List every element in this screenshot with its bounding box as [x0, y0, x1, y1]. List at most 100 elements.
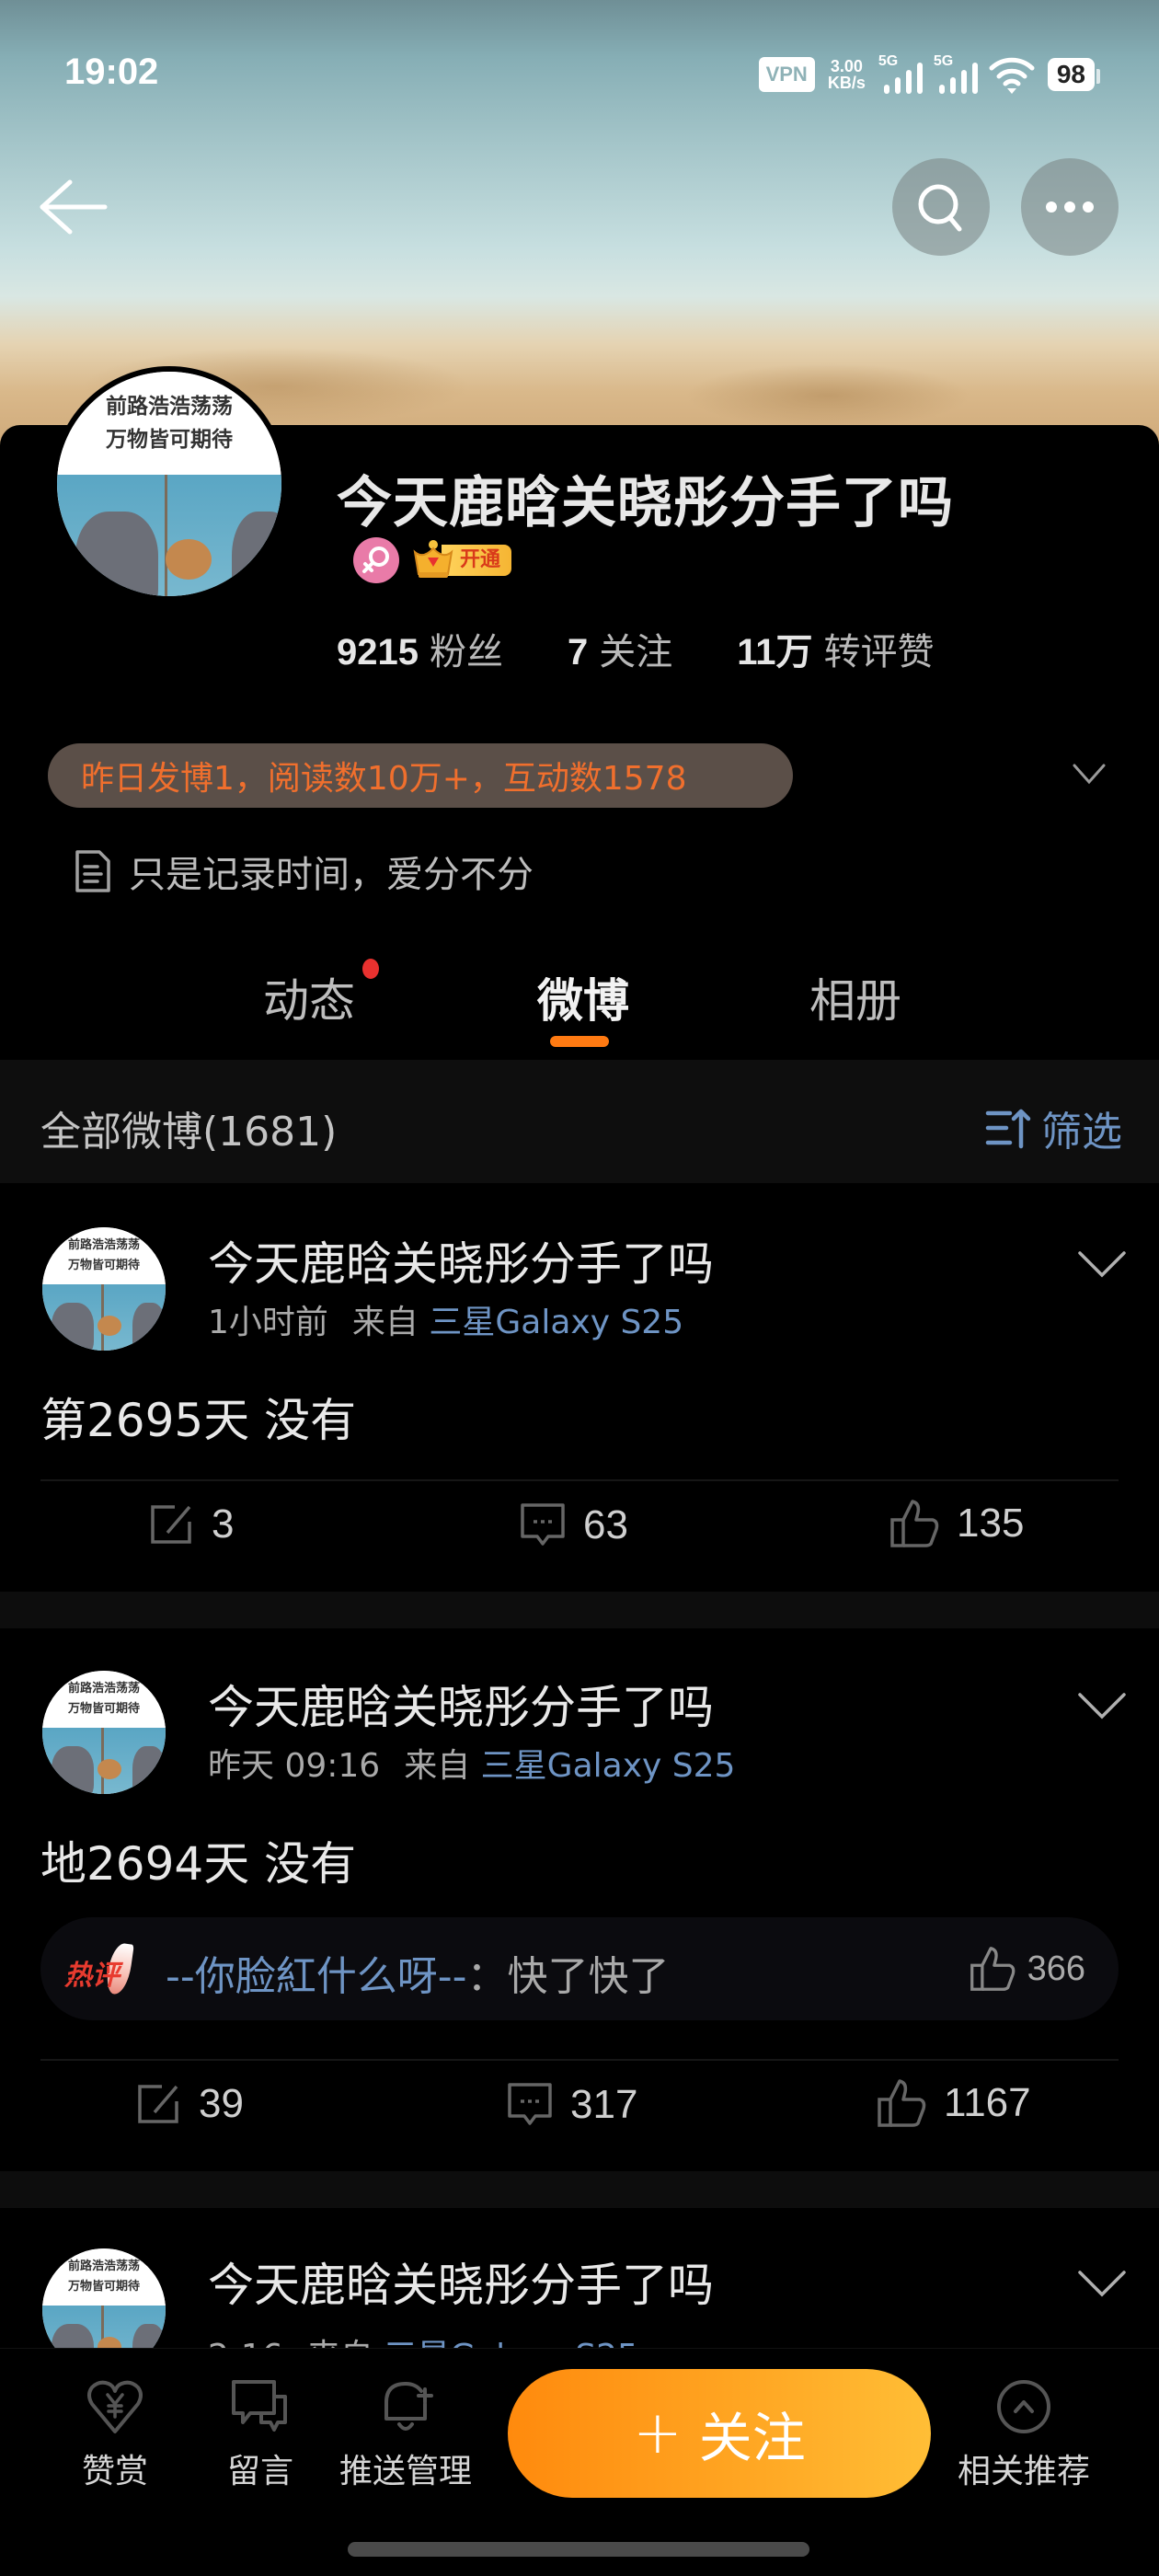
more-dots-icon: [1046, 201, 1094, 213]
document-icon: [75, 850, 110, 892]
signal-label: 5G: [878, 53, 899, 69]
home-indicator[interactable]: [348, 2542, 809, 2557]
hot-comment-badge: 热评: [64, 1960, 120, 1992]
arrow-left-icon: [40, 179, 108, 235]
post-source[interactable]: 三星Galaxy S25: [429, 1304, 683, 1341]
message-button[interactable]: 留言: [191, 2376, 329, 2492]
hot-comment-like-button[interactable]: 366: [969, 1945, 1085, 1993]
thumbs-up-icon: [878, 2079, 926, 2127]
follow-label: 关注: [698, 2407, 806, 2469]
reward-button[interactable]: 赞赏: [46, 2376, 184, 2492]
post-author[interactable]: 今天鹿晗关晓彤分手了吗: [208, 1671, 714, 1737]
profile-stats: 9215 粉丝 7 关注 11万 转评赞: [337, 622, 935, 675]
chevron-down-icon: [1073, 764, 1106, 785]
wifi-icon: [989, 57, 1035, 94]
more-button[interactable]: [1021, 158, 1119, 256]
hot-comment[interactable]: 热评 --你脸紅什么呀--：快了快了 366: [40, 1917, 1119, 2020]
signal-5g-icon-1: 5G: [878, 53, 923, 94]
all-weibo-count: 全部微博(1681): [40, 1109, 338, 1156]
post-menu-button[interactable]: [1076, 2265, 1128, 2302]
like-button[interactable]: 1167: [876, 2077, 1031, 2129]
chevron-down-icon: [1078, 1693, 1126, 1719]
expand-info-button[interactable]: [1071, 756, 1107, 793]
vip-open-button[interactable]: 开通: [412, 540, 512, 581]
post-actions: 39 317 1167: [0, 2077, 1159, 2151]
female-gender-icon: [353, 537, 399, 583]
comment-icon: [508, 2083, 552, 2125]
comment-count: 317: [570, 2082, 638, 2127]
repost-count: 39: [199, 2081, 244, 2126]
status-time: 19:02: [64, 52, 159, 92]
related-recommend-label: 相关推荐: [957, 2453, 1090, 2490]
interactions-count: 11万: [737, 632, 813, 673]
profile-tabs: 动态 微博 相册: [0, 957, 1159, 1058]
post-author[interactable]: 今天鹿晗关晓彤分手了吗: [208, 2248, 714, 2315]
tab-activity[interactable]: 动态: [263, 964, 355, 1030]
post-source[interactable]: 三星Galaxy S25: [384, 2338, 638, 2348]
related-recommend-button[interactable]: 相关推荐: [955, 2376, 1093, 2492]
filter-button[interactable]: 筛选: [984, 1098, 1122, 1157]
status-icons: VPN 3.00 KB/s 5G 5G 98: [758, 53, 1101, 94]
hot-comment-user[interactable]: --你脸紅什么呀--: [166, 1953, 467, 2000]
post-author[interactable]: 今天鹿晗关晓彤分手了吗: [208, 1227, 714, 1294]
post-meta: 1小时前 来自 三星Galaxy S25: [208, 1295, 683, 1343]
message-label: 留言: [226, 2453, 293, 2490]
following-label: 关注: [599, 631, 673, 673]
post-from-label: 来自: [404, 1747, 471, 1785]
post-menu-button[interactable]: [1076, 1246, 1128, 1282]
repost-icon: [151, 1505, 191, 1544]
network-speed-value: 3.00: [830, 57, 863, 75]
following-count: 7: [567, 632, 589, 673]
search-icon: [918, 184, 962, 232]
chevron-down-icon: [1078, 1251, 1126, 1278]
profile-avatar[interactable]: 前路浩浩荡荡 万物皆可期待: [52, 366, 287, 602]
hot-comment-content: --你脸紅什么呀--：快了快了: [166, 1943, 670, 2002]
post-time: 2-16: [208, 2338, 283, 2348]
battery-icon: 98: [1047, 58, 1101, 91]
avatar-caption-1: 前路浩浩荡荡: [67, 1681, 140, 1696]
post-avatar[interactable]: 前路浩浩荡荡 万物皆可期待: [42, 1227, 166, 1351]
like-button[interactable]: 135: [889, 1498, 1024, 1549]
back-button[interactable]: [37, 175, 110, 239]
followers-stat[interactable]: 9215 粉丝: [337, 622, 503, 675]
hot-comment-text: 快了快了: [507, 1953, 670, 2000]
reward-label: 赞赏: [81, 2453, 148, 2490]
push-management-label: 推送管理: [339, 2453, 472, 2490]
search-button[interactable]: [892, 158, 990, 256]
repost-button[interactable]: 39: [134, 2081, 244, 2127]
following-stat[interactable]: 7 关注: [568, 622, 672, 675]
push-management-button[interactable]: 推送管理: [337, 2376, 475, 2492]
comment-count: 63: [583, 1502, 628, 1547]
like-count: 135: [957, 1501, 1025, 1546]
hot-comment-separator: ：: [466, 1953, 508, 2000]
comment-button[interactable]: 317: [506, 2081, 637, 2129]
post-avatar[interactable]: 前路浩浩荡荡 万物皆可期待: [42, 1671, 166, 1794]
tab-album[interactable]: 相册: [809, 964, 901, 1030]
bell-plus-icon: [384, 2382, 433, 2431]
repost-button[interactable]: 3: [147, 1501, 234, 1547]
interactions-label: 转评赞: [823, 631, 935, 673]
interactions-stat[interactable]: 11万 转评赞: [737, 622, 934, 675]
hot-comment-like-count: 366: [1027, 1949, 1085, 1988]
post-menu-button[interactable]: [1076, 1687, 1128, 1724]
post-actions: 3 63 135: [0, 1496, 1159, 1570]
avatar-caption-2: 万物皆可期待: [67, 1258, 140, 1272]
post-source[interactable]: 三星Galaxy S25: [481, 1747, 736, 1785]
follow-button[interactable]: + 关注: [508, 2369, 931, 2498]
network-speed-unit: KB/s: [827, 74, 866, 92]
post-text: 地2694天 没有: [40, 1837, 357, 1891]
filter-sort-icon: [985, 1109, 1031, 1149]
comment-button[interactable]: 63: [519, 1501, 628, 1549]
post-meta: 昨天 09:16 来自 三星Galaxy S25: [208, 1739, 735, 1787]
tab-weibo[interactable]: 微博: [537, 964, 629, 1030]
bottom-action-bar: 赞赏 留言 推送管理 + 关注 相关推荐: [0, 2348, 1159, 2576]
post-time: 1小时前: [208, 1304, 328, 1341]
hot-comment-badge-icon: 热评: [64, 1941, 134, 1998]
yesterday-stats-pill[interactable]: 昨日发博1，阅读数10万+，互动数1578: [48, 743, 793, 808]
divider: [40, 1479, 1119, 1481]
post-avatar[interactable]: 前路浩浩荡荡 万物皆可期待: [42, 2248, 166, 2348]
profile-name: 今天鹿晗关晓彤分手了吗: [337, 471, 954, 535]
avatar-caption-1: 前路浩浩荡荡: [106, 395, 233, 420]
avatar-caption-1: 前路浩浩荡荡: [67, 1237, 140, 1252]
signal-5g-icon-2: 5G: [934, 53, 978, 94]
